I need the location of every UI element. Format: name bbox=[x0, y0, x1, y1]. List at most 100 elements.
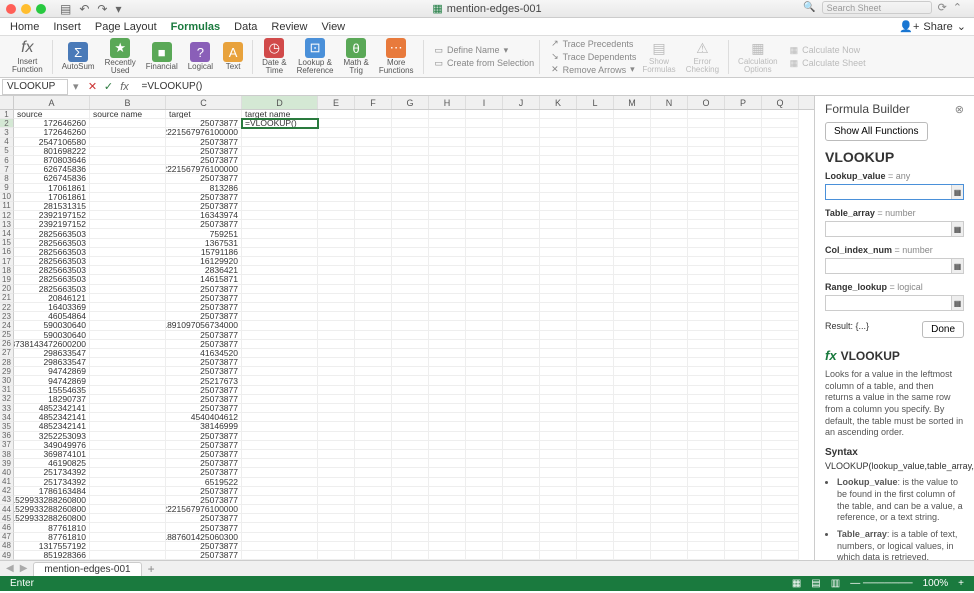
cell[interactable] bbox=[725, 220, 762, 229]
undo-icon[interactable]: ↶ bbox=[79, 2, 89, 16]
cell[interactable] bbox=[429, 239, 466, 248]
cell[interactable] bbox=[540, 211, 577, 220]
cell[interactable]: 25073877 bbox=[166, 358, 242, 367]
cell[interactable] bbox=[466, 220, 503, 229]
logical-button[interactable]: ?Logical bbox=[184, 36, 217, 77]
cell[interactable] bbox=[392, 294, 429, 303]
cell[interactable] bbox=[762, 211, 799, 220]
cell[interactable] bbox=[762, 303, 799, 312]
cell[interactable] bbox=[466, 432, 503, 441]
cell[interactable] bbox=[725, 266, 762, 275]
cell[interactable] bbox=[466, 505, 503, 514]
cell[interactable] bbox=[318, 321, 355, 330]
cell[interactable] bbox=[429, 478, 466, 487]
cell[interactable] bbox=[90, 211, 166, 220]
cell[interactable] bbox=[429, 450, 466, 459]
cell[interactable] bbox=[318, 478, 355, 487]
cell[interactable] bbox=[614, 202, 651, 211]
cell[interactable] bbox=[90, 119, 166, 128]
cell[interactable]: 626745836 bbox=[14, 174, 90, 183]
cell[interactable] bbox=[688, 211, 725, 220]
cell[interactable] bbox=[392, 165, 429, 174]
cell[interactable] bbox=[577, 303, 614, 312]
cell[interactable] bbox=[503, 468, 540, 477]
cell[interactable] bbox=[242, 248, 318, 257]
cell[interactable]: 172646260 bbox=[14, 119, 90, 128]
cell[interactable] bbox=[577, 275, 614, 284]
cell[interactable]: 25073877 bbox=[166, 514, 242, 523]
cell[interactable] bbox=[540, 174, 577, 183]
cell[interactable] bbox=[429, 487, 466, 496]
cell[interactable] bbox=[651, 239, 688, 248]
cell[interactable]: 298633547 bbox=[14, 349, 90, 358]
cell[interactable] bbox=[503, 257, 540, 266]
cell[interactable]: 25073877 bbox=[166, 138, 242, 147]
cell[interactable] bbox=[318, 496, 355, 505]
show-formulas-button[interactable]: ▤Show Formulas bbox=[638, 36, 679, 77]
cell[interactable] bbox=[242, 285, 318, 294]
cell[interactable] bbox=[651, 156, 688, 165]
cell[interactable] bbox=[392, 321, 429, 330]
cell[interactable] bbox=[614, 432, 651, 441]
cell[interactable] bbox=[762, 110, 799, 119]
trace-dependents-button[interactable]: ↘ Trace Dependents bbox=[551, 51, 636, 62]
cell[interactable] bbox=[466, 551, 503, 560]
cell[interactable] bbox=[614, 147, 651, 156]
cell[interactable] bbox=[540, 542, 577, 551]
cell[interactable]: 82221567976100000 bbox=[166, 165, 242, 174]
cell[interactable] bbox=[688, 294, 725, 303]
cell[interactable] bbox=[90, 174, 166, 183]
cell[interactable] bbox=[466, 349, 503, 358]
cell[interactable] bbox=[392, 505, 429, 514]
cell[interactable] bbox=[90, 202, 166, 211]
cell[interactable] bbox=[651, 110, 688, 119]
cell[interactable] bbox=[614, 358, 651, 367]
cell[interactable] bbox=[90, 478, 166, 487]
cell[interactable] bbox=[242, 358, 318, 367]
insert-function-button[interactable]: fxInsert Function bbox=[8, 36, 47, 77]
column-header[interactable]: F bbox=[355, 96, 392, 109]
cell[interactable] bbox=[242, 422, 318, 431]
cell[interactable] bbox=[429, 340, 466, 349]
cell[interactable]: 17061861 bbox=[14, 193, 90, 202]
cell[interactable] bbox=[466, 395, 503, 404]
cell[interactable] bbox=[503, 459, 540, 468]
cell[interactable] bbox=[651, 505, 688, 514]
cell[interactable] bbox=[466, 128, 503, 137]
cell[interactable] bbox=[503, 138, 540, 147]
cell[interactable] bbox=[762, 119, 799, 128]
cell[interactable] bbox=[725, 211, 762, 220]
cell[interactable] bbox=[90, 266, 166, 275]
cell[interactable] bbox=[688, 110, 725, 119]
cell[interactable] bbox=[392, 147, 429, 156]
cell[interactable] bbox=[614, 413, 651, 422]
cell[interactable] bbox=[577, 468, 614, 477]
cell[interactable] bbox=[466, 358, 503, 367]
cell[interactable] bbox=[540, 193, 577, 202]
cell[interactable] bbox=[577, 459, 614, 468]
sync-icon[interactable]: ⟳ bbox=[938, 1, 947, 14]
cell[interactable] bbox=[503, 128, 540, 137]
cell[interactable] bbox=[577, 147, 614, 156]
cell[interactable] bbox=[725, 257, 762, 266]
cell[interactable]: 851928366 bbox=[14, 551, 90, 560]
cell[interactable] bbox=[577, 211, 614, 220]
cell[interactable] bbox=[429, 321, 466, 330]
cell[interactable] bbox=[540, 128, 577, 137]
cell[interactable] bbox=[614, 303, 651, 312]
cell[interactable] bbox=[429, 303, 466, 312]
cell[interactable] bbox=[688, 156, 725, 165]
cell[interactable] bbox=[688, 266, 725, 275]
cell[interactable] bbox=[503, 248, 540, 257]
create-from-selection-button[interactable]: ▭ Create from Selection bbox=[435, 58, 535, 69]
cell[interactable] bbox=[318, 340, 355, 349]
cell[interactable] bbox=[725, 514, 762, 523]
cell[interactable] bbox=[725, 128, 762, 137]
cell[interactable] bbox=[651, 184, 688, 193]
cell[interactable] bbox=[503, 211, 540, 220]
cell[interactable] bbox=[762, 174, 799, 183]
cell[interactable] bbox=[503, 542, 540, 551]
cell[interactable] bbox=[503, 184, 540, 193]
cell[interactable] bbox=[577, 376, 614, 385]
cell[interactable] bbox=[466, 321, 503, 330]
